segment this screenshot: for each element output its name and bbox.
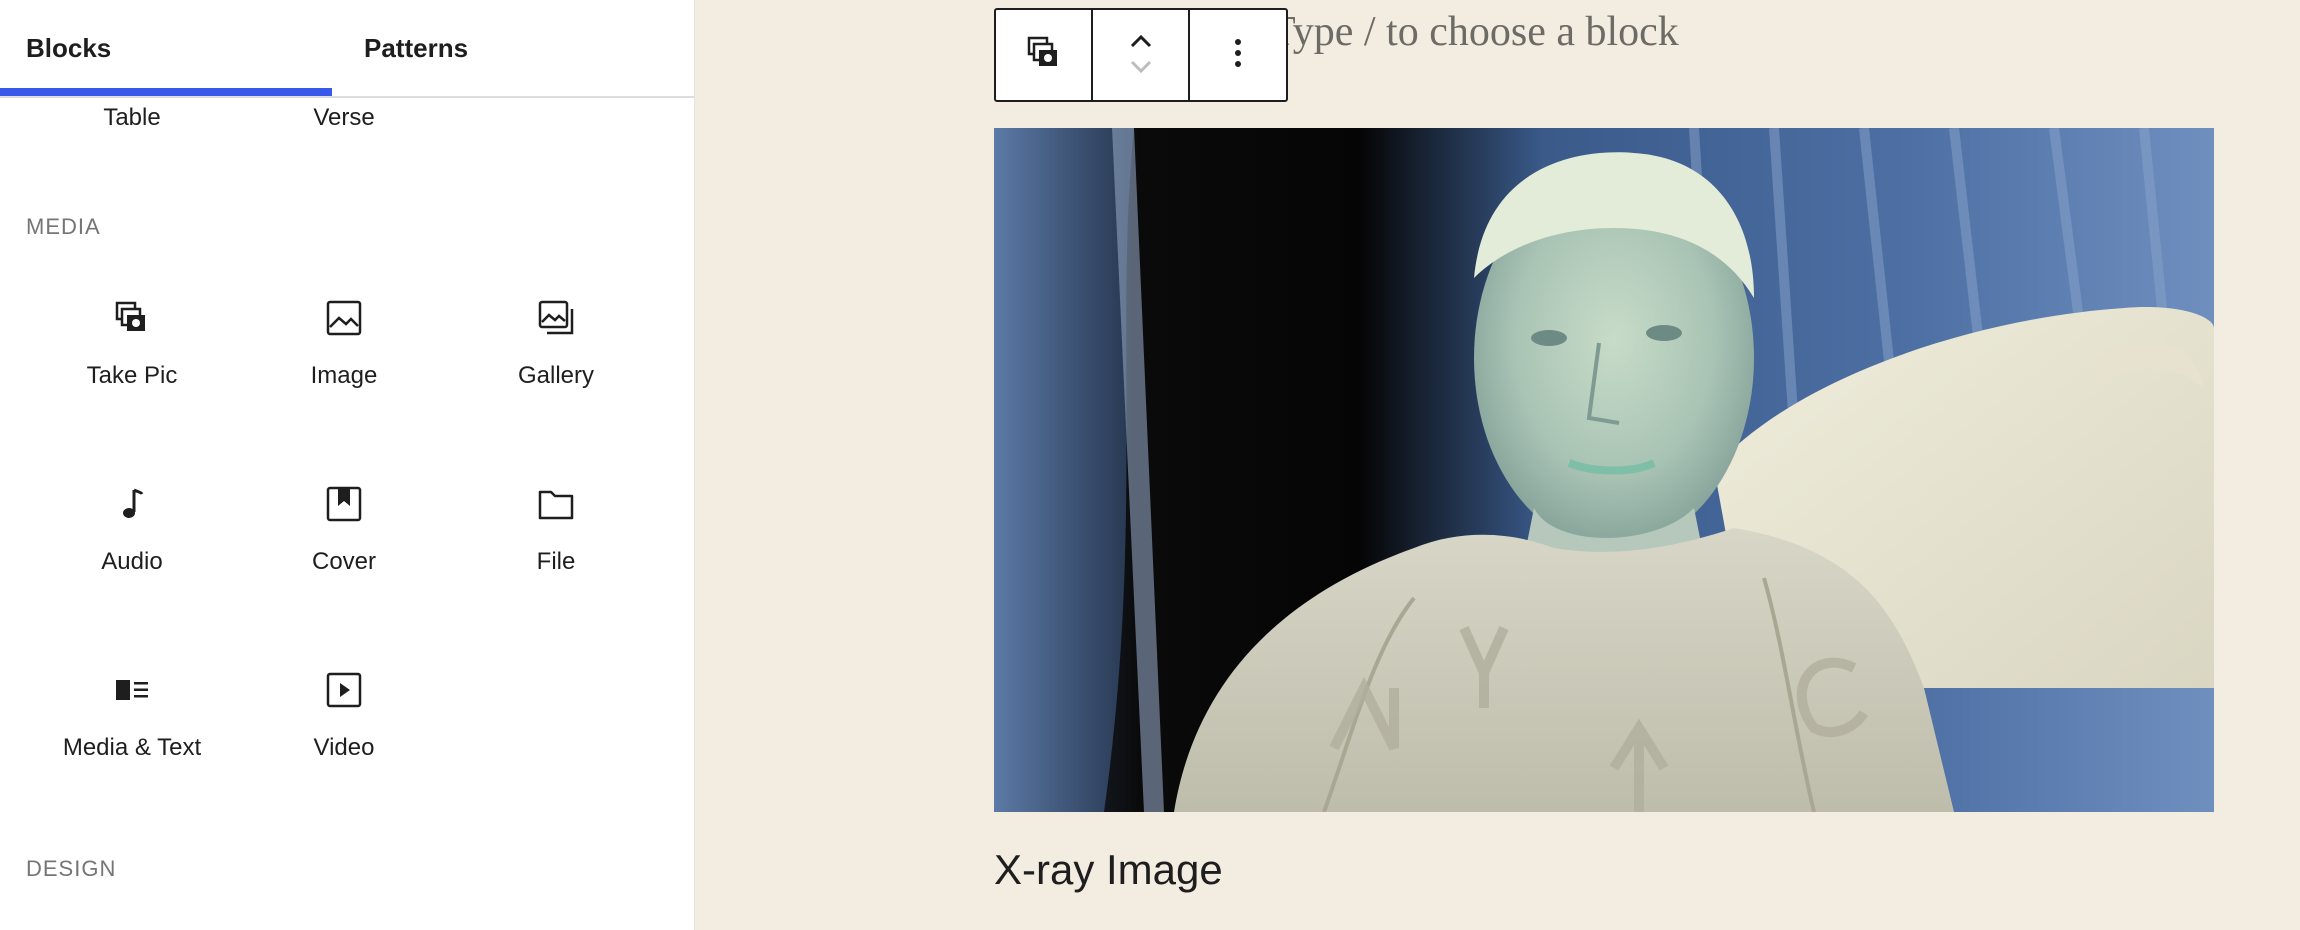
chevron-up-icon[interactable] <box>1126 29 1156 55</box>
take-pic-block-icon <box>1026 35 1062 76</box>
video-icon <box>326 672 362 708</box>
image-caption[interactable]: X-ray Image <box>994 846 1223 894</box>
block-placeholder-text[interactable]: Type / to choose a block <box>1270 8 1679 56</box>
audio-note-icon <box>114 486 150 522</box>
block-item-label: Cover <box>311 548 377 575</box>
xray-photo <box>994 128 2214 812</box>
block-item-table[interactable]: Table <box>26 104 238 144</box>
tab-patterns[interactable]: Patterns <box>332 0 612 96</box>
active-tab-indicator <box>0 88 332 96</box>
block-item-label: Verse <box>313 104 375 131</box>
block-inserter-sidebar: Blocks Patterns Table Verse MEDIA Take P… <box>0 0 695 930</box>
block-item-label: Audio <box>101 548 163 575</box>
block-item-cover[interactable]: Cover <box>238 464 450 634</box>
folder-icon <box>538 486 574 522</box>
camera-gallery-icon <box>114 300 150 336</box>
image-block[interactable] <box>994 128 2214 812</box>
cover-icon <box>326 486 362 522</box>
block-item-audio[interactable]: Audio <box>26 464 238 634</box>
block-type-button[interactable] <box>996 10 1093 100</box>
chevron-down-icon[interactable] <box>1126 55 1156 81</box>
section-heading-media: MEDIA <box>26 214 101 239</box>
section-heading-design: DESIGN <box>26 856 117 881</box>
inserter-tabs: Blocks Patterns <box>0 0 694 98</box>
more-vertical-icon <box>1232 35 1244 76</box>
block-item-label: Table <box>103 104 161 131</box>
block-item-label: Take Pic <box>86 362 178 389</box>
block-item-label: Media & Text <box>62 734 202 761</box>
block-item-label: Gallery <box>517 362 595 389</box>
media-text-icon <box>114 672 150 708</box>
block-item-file[interactable]: File <box>450 464 662 634</box>
options-button[interactable] <box>1190 10 1286 100</box>
block-item-verse[interactable]: Verse <box>238 104 450 144</box>
block-item-label: Video <box>313 734 375 761</box>
tab-blocks[interactable]: Blocks <box>0 0 332 96</box>
block-item-media-text[interactable]: Media & Text <box>26 650 238 820</box>
gallery-icon <box>538 300 574 336</box>
block-item-label: File <box>536 548 576 575</box>
block-item-label: Image <box>310 362 378 389</box>
block-mover <box>1093 10 1190 100</box>
block-toolbar <box>994 8 1288 102</box>
block-item-take-pic[interactable]: Take Pic <box>26 278 238 448</box>
block-item-video[interactable]: Video <box>238 650 450 820</box>
image-icon <box>326 300 362 336</box>
block-item-gallery[interactable]: Gallery <box>450 278 662 448</box>
block-item-image[interactable]: Image <box>238 278 450 448</box>
